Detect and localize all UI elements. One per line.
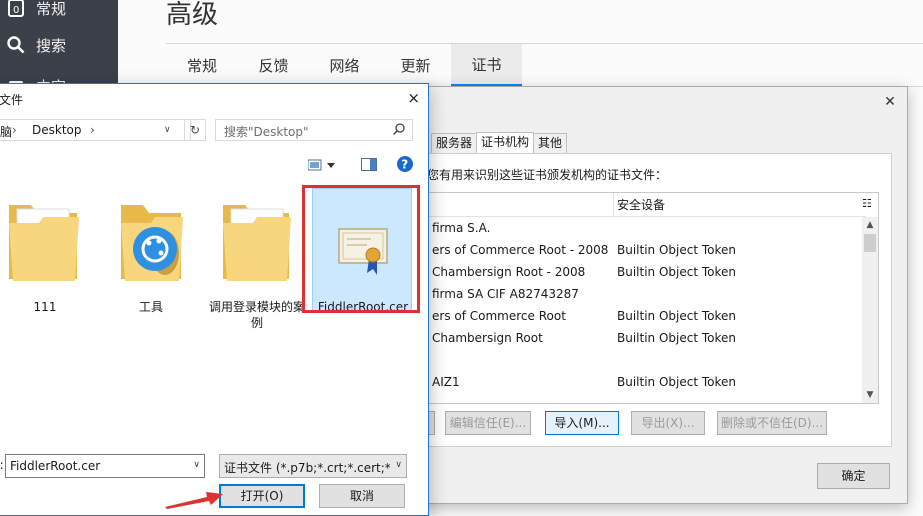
- tab-network[interactable]: 网络: [309, 44, 380, 87]
- tab-authorities[interactable]: 证书机构: [476, 132, 535, 153]
- table-row[interactable]: ers of Commerce Root - 2008 Builtin Objec…: [426, 239, 866, 261]
- refresh-button[interactable]: ↻: [184, 119, 206, 141]
- breadcrumb-desktop[interactable]: Desktop: [32, 123, 82, 137]
- close-icon[interactable]: ×: [407, 90, 420, 106]
- tab-certificates[interactable]: 证书: [451, 44, 522, 87]
- tab-servers[interactable]: 服务器: [431, 133, 478, 153]
- cancel-button[interactable]: 取消: [319, 484, 405, 508]
- close-icon[interactable]: ✕: [883, 95, 897, 109]
- sidebar-item-general[interactable]: 0 常规: [6, 0, 66, 22]
- table-row[interactable]: Chambersign Root - 2008 Builtin Object To…: [426, 261, 866, 283]
- table-row[interactable]: firma SA CIF A82743287: [426, 283, 866, 305]
- scroll-down-icon[interactable]: ▼: [862, 387, 878, 403]
- tab-others[interactable]: 其他: [533, 133, 568, 153]
- annotation-arrow-icon: [165, 492, 223, 509]
- table-row[interactable]: firma S.A.: [426, 217, 866, 239]
- column-picker-icon[interactable]: ☷: [862, 197, 872, 210]
- scroll-up-icon[interactable]: ▲: [862, 217, 878, 233]
- tools-folder-icon: [101, 195, 201, 287]
- refresh-icon: ↻: [189, 123, 201, 137]
- title-bar: 文件 ×: [0, 84, 428, 114]
- breadcrumb-separator-icon: ›: [90, 123, 95, 137]
- tab-update[interactable]: 更新: [380, 44, 451, 87]
- svg-text:0: 0: [13, 5, 19, 16]
- file-name: 工具: [138, 300, 163, 314]
- search-input[interactable]: 搜索"Desktop": [215, 119, 413, 141]
- svg-text:?: ?: [401, 158, 408, 172]
- search-icon: [6, 35, 26, 55]
- tab-feedback[interactable]: 反馈: [238, 44, 309, 87]
- annotation-highlight-box: [302, 185, 420, 313]
- search-icon: [392, 122, 406, 139]
- ok-button[interactable]: 确定: [817, 463, 890, 489]
- table-row[interactable]: Chambersign Root Builtin Object Token: [426, 327, 866, 349]
- export-button[interactable]: 导出(X)...: [631, 411, 705, 435]
- scrollbar-thumb[interactable]: [864, 234, 876, 252]
- search-placeholder: 搜索"Desktop": [224, 125, 309, 139]
- cert-tabs: 服务器 证书机构 其他: [431, 132, 568, 153]
- address-bar[interactable]: 脑 › Desktop › ∨: [0, 119, 191, 141]
- filename-label: ):: [0, 458, 4, 472]
- file-name: 111: [33, 300, 57, 314]
- file-type-select[interactable]: 证书文件 (*.p7b;*.crt;*.cert;*.c ∨: [219, 454, 407, 478]
- view-mode-icon[interactable]: [307, 159, 336, 174]
- list-header: 安全设备 ☷: [426, 193, 872, 217]
- tab-general[interactable]: 常规: [166, 44, 238, 87]
- delete-distrust-button[interactable]: 删除或不信任(D)...: [717, 411, 827, 435]
- open-button[interactable]: 打开(O): [219, 484, 305, 508]
- chevron-down-icon[interactable]: ∨: [395, 460, 402, 470]
- list-scrollbar[interactable]: ▲ ▼: [862, 217, 878, 403]
- certificate-manager-dialog: ✕ 服务器 证书机构 其他 您有用来识别这些证书颁发机构的证书文件： 安全设备 …: [411, 86, 908, 504]
- breadcrumb-pc[interactable]: 脑: [0, 123, 12, 140]
- folder-icon: [207, 195, 307, 287]
- advanced-tabs: 常规 反馈 网络 更新 证书: [166, 43, 923, 87]
- table-row[interactable]: [426, 349, 866, 371]
- column-security-device[interactable]: 安全设备: [613, 193, 665, 217]
- edit-trust-button[interactable]: 编辑信任(E)...: [445, 411, 531, 435]
- page-title: 高级: [166, 0, 219, 30]
- file-type-value: 证书文件 (*.p7b;*.crt;*.cert;*.c: [224, 461, 390, 475]
- folder-icon: [0, 195, 95, 287]
- preview-pane-icon[interactable]: [361, 158, 377, 174]
- breadcrumb-separator-icon: ›: [12, 123, 17, 137]
- help-icon[interactable]: ?: [397, 156, 413, 175]
- sidebar-item-search[interactable]: 搜索: [6, 31, 66, 59]
- filename-value: FiddlerRoot.cer: [10, 459, 101, 473]
- file-name: 调用登录模块的案例: [208, 300, 305, 330]
- description-text: 您有用来识别这些证书颁发机构的证书文件：: [427, 168, 668, 182]
- dialog-title: 文件: [0, 93, 24, 107]
- import-button[interactable]: 导入(M)...: [545, 411, 619, 435]
- view-toolbar: ?: [0, 147, 428, 181]
- chevron-down-icon[interactable]: ∨: [164, 125, 171, 135]
- certificate-list[interactable]: 安全设备 ☷ firma S.A. ers of Commerce Root -…: [425, 192, 879, 404]
- sidebar-item-label: 搜索: [36, 36, 67, 55]
- sidebar-item-label: 常规: [36, 0, 67, 18]
- table-row[interactable]: AIZ1 Builtin Object Token: [426, 371, 866, 393]
- authorities-panel: 您有用来识别这些证书颁发机构的证书文件： 安全设备 ☷ firma S.A. e…: [424, 153, 892, 447]
- filename-input[interactable]: FiddlerRoot.cer ∨: [5, 454, 205, 478]
- general-icon: 0: [6, 0, 26, 18]
- chevron-down-icon[interactable]: ∨: [193, 460, 200, 470]
- table-row[interactable]: ers of Commerce Root Builtin Object Token: [426, 305, 866, 327]
